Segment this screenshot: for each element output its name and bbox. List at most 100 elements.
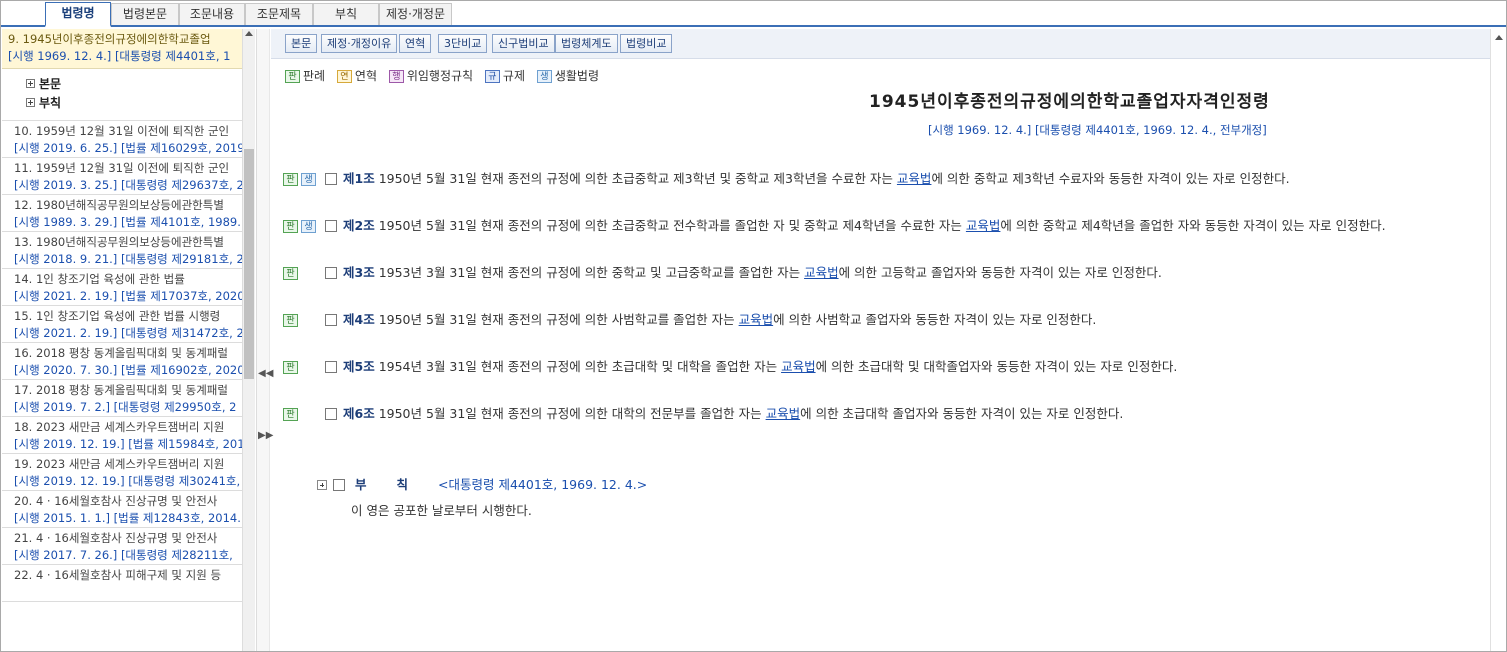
precedent-icon: 판 xyxy=(285,70,300,83)
precedent-icon[interactable]: 판 xyxy=(283,314,298,327)
delegated-rule-icon: 행 xyxy=(388,70,404,83)
law-compare-button[interactable]: 법령비교 xyxy=(620,34,673,53)
law-item-info: [시행 2019. 12. 19.] [대통령령 제30241호, xyxy=(14,474,241,488)
precedent-icon[interactable]: 판 xyxy=(283,173,298,186)
law-item-title: 20. 4 · 16세월호참사 진상규명 및 안전사 xyxy=(14,494,218,508)
law-list-item[interactable]: 17. 2018 평창 동계올림픽대회 및 동계패럴 [시행 2019. 7. 2… xyxy=(2,380,242,417)
article-row: 판 제3조 1953년 3월 31일 현재 종전의 규정에 의한 중학교 및 고급중… xyxy=(283,263,1162,283)
expand-icon[interactable] xyxy=(317,479,327,490)
law-item-title: 10. 1959년 12월 31일 이전에 퇴직한 군인 xyxy=(14,124,230,138)
selected-law-info: [시행 1969. 12. 4.] [대통령령 제4401호, 1 xyxy=(8,49,231,63)
law-link[interactable]: 교육법 xyxy=(966,218,1001,233)
selected-law-title: 9. 1945년이후종전의규정에의한학교졸업 xyxy=(8,32,211,46)
icon-legend: 판 판례 연 연혁 행 위임행정규칙 규 규제 생 생활법령 xyxy=(285,67,607,83)
law-title: 1945년이후종전의규정에의한학교졸업자자격인정령 xyxy=(869,92,1270,112)
article-checkbox[interactable] xyxy=(325,219,337,232)
scroll-up-icon[interactable] xyxy=(1495,35,1503,40)
right-scrollbar[interactable] xyxy=(1490,29,1506,651)
expand-icon xyxy=(26,98,35,107)
scroll-up-icon[interactable] xyxy=(245,31,253,36)
law-item-info: [시행 2019. 6. 25.] [법률 제16029호, 2019 xyxy=(14,141,242,155)
legend-history: 연 연혁 xyxy=(336,67,377,84)
law-link[interactable]: 교육법 xyxy=(781,359,816,374)
precedent-icon[interactable]: 판 xyxy=(283,361,298,374)
law-list: 10. 1959년 12월 31일 이전에 퇴직한 군인 [시행 2019. 6.… xyxy=(2,121,242,602)
law-item-info: [시행 1989. 3. 29.] [법률 제4101호, 1989. xyxy=(14,215,241,229)
law-item-info: [시행 2019. 12. 19.] [법률 제15984호, 201 xyxy=(14,437,242,451)
legend-label: 위임행정규칙 xyxy=(406,69,474,83)
law-list-item[interactable]: 10. 1959년 12월 31일 이전에 퇴직한 군인 [시행 2019. 6.… xyxy=(2,121,242,158)
legend-living-law: 생 생활법령 xyxy=(536,67,599,84)
law-item-title: 12. 1980년해직공무원의보상등에관한특별 xyxy=(14,198,224,212)
tab-supplementary[interactable]: 부칙 xyxy=(313,3,379,25)
supplementary-body: 이 영은 공포한 날로부터 시행한다. xyxy=(351,503,532,518)
article-row: 판 생 제2조 1950년 5월 31일 현재 종전의 규정에 의한 초급중학교 전수… xyxy=(283,216,1386,236)
article-number[interactable]: 제5조 xyxy=(343,359,375,374)
article-number[interactable]: 제2조 xyxy=(343,218,375,233)
law-list-item[interactable]: 13. 1980년해직공무원의보상등에관한특별 [시행 2018. 9. 21.]… xyxy=(2,232,242,269)
article-checkbox[interactable] xyxy=(325,407,337,420)
law-list-item[interactable]: 19. 2023 새만금 세계스카우트잼버리 지원 [시행 2019. 12. 1… xyxy=(2,454,242,491)
search-tab-bar: 법령명 법령본문 조문내용 조문제목 부칙 제정·개정문 xyxy=(1,1,1506,27)
law-link[interactable]: 교육법 xyxy=(739,312,774,327)
law-list-item[interactable]: 16. 2018 평창 동계올림픽대회 및 동계패럴 [시행 2020. 7. 3… xyxy=(2,343,242,380)
tab-article-title[interactable]: 조문제목 xyxy=(245,3,313,25)
law-link[interactable]: 교육법 xyxy=(766,406,801,421)
revision-reason-button[interactable]: 제정·개정이유 xyxy=(321,34,398,53)
law-system-button[interactable]: 법령체계도 xyxy=(555,34,618,53)
precedent-icon[interactable]: 판 xyxy=(283,267,298,280)
living-law-icon[interactable]: 생 xyxy=(301,173,316,186)
tab-law-body[interactable]: 법령본문 xyxy=(111,3,179,25)
law-enforcement-info: [시행 1969. 12. 4.] [대통령령 제4401호, 1969. 12… xyxy=(928,123,1267,137)
law-link[interactable]: 교육법 xyxy=(897,171,932,186)
article-checkbox[interactable] xyxy=(325,360,337,373)
law-item-info: [시행 2015. 1. 1.] [법률 제12843호, 2014. xyxy=(14,511,241,525)
tab-enactment-text[interactable]: 제정·개정문 xyxy=(379,3,452,25)
article-number[interactable]: 제3조 xyxy=(343,265,375,280)
supplementary-reference[interactable]: <대통령령 제4401호, 1969. 12. 4.> xyxy=(438,477,647,492)
left-scrollbar[interactable] xyxy=(242,29,255,651)
law-item-info: [시행 2018. 9. 21.] [대통령령 제29181호, 2 xyxy=(14,252,242,266)
supplementary-checkbox[interactable] xyxy=(333,478,345,491)
law-list-item[interactable]: 22. 4 · 16세월호참사 피해구제 및 지원 등 xyxy=(2,565,242,602)
collapse-left-icon[interactable]: ◀◀ xyxy=(258,363,273,385)
article-checkbox[interactable] xyxy=(325,172,337,185)
article-checkbox[interactable] xyxy=(325,313,337,326)
selected-law-item[interactable]: 9. 1945년이후종전의규정에의한학교졸업 [시행 1969. 12. 4.]… xyxy=(2,29,242,69)
scroll-thumb[interactable] xyxy=(244,149,254,379)
precedent-icon[interactable]: 판 xyxy=(283,220,298,233)
pane-splitter[interactable]: ◀◀ ▶▶ xyxy=(256,29,273,651)
tree-node-label: 본문 xyxy=(39,77,62,91)
article-number[interactable]: 제1조 xyxy=(343,171,375,186)
article-number[interactable]: 제4조 xyxy=(343,312,375,327)
article-number[interactable]: 제6조 xyxy=(343,406,375,421)
body-button[interactable]: 본문 xyxy=(285,34,318,53)
old-new-compare-button[interactable]: 신구법비교 xyxy=(492,34,555,53)
article-checkbox[interactable] xyxy=(325,266,337,279)
law-list-item[interactable]: 21. 4 · 16세월호참사 진상규명 및 안전사 [시행 2017. 7. 2… xyxy=(2,528,242,565)
supplementary-provision-header: 부칙<대통령령 제4401호, 1969. 12. 4.> xyxy=(317,475,647,495)
precedent-icon[interactable]: 판 xyxy=(283,408,298,421)
article-text: 에 의한 초급대학 및 대학졸업자와 동등한 자격이 있는 자로 인정한다. xyxy=(815,359,1178,374)
law-list-item[interactable]: 12. 1980년해직공무원의보상등에관한특별 [시행 1989. 3. 29.]… xyxy=(2,195,242,232)
tree-node-label: 부칙 xyxy=(39,96,62,110)
law-list-item[interactable]: 18. 2023 새만금 세계스카우트잼버리 지원 [시행 2019. 12. 1… xyxy=(2,417,242,454)
article-icons: 판 xyxy=(283,404,325,424)
tree-node-main[interactable]: 본문 xyxy=(26,75,61,93)
law-item-info: [시행 2019. 3. 25.] [대통령령 제29637호, 2 xyxy=(14,178,242,192)
three-column-compare-button[interactable]: 3단비교 xyxy=(438,34,488,53)
tab-law-name[interactable]: 법령명 xyxy=(45,2,111,27)
tab-article-content[interactable]: 조문내용 xyxy=(179,3,245,25)
history-button[interactable]: 연혁 xyxy=(399,34,432,53)
law-list-item[interactable]: 11. 1959년 12월 31일 이전에 퇴직한 군인 [시행 2019. 3.… xyxy=(2,158,242,195)
living-law-icon[interactable]: 생 xyxy=(301,220,316,233)
law-structure-tree: 본문 부칙 xyxy=(2,69,242,121)
law-link[interactable]: 교육법 xyxy=(804,265,839,280)
law-list-item[interactable]: 15. 1인 창조기업 육성에 관한 법률 시행령 [시행 2021. 2. 19… xyxy=(2,306,242,343)
law-list-item[interactable]: 20. 4 · 16세월호참사 진상규명 및 안전사 [시행 2015. 1. 1… xyxy=(2,491,242,528)
article-icons: 판생 xyxy=(283,216,325,236)
law-list-item[interactable]: 14. 1인 창조기업 육성에 관한 법률 [시행 2021. 2. 19.] [… xyxy=(2,269,242,306)
tree-node-supplementary[interactable]: 부칙 xyxy=(26,94,61,112)
expand-left-icon[interactable]: ▶▶ xyxy=(258,425,273,447)
article-text: 1954년 3월 31일 현재 종전의 규정에 의한 초급대학 및 대학을 졸업… xyxy=(378,359,782,374)
